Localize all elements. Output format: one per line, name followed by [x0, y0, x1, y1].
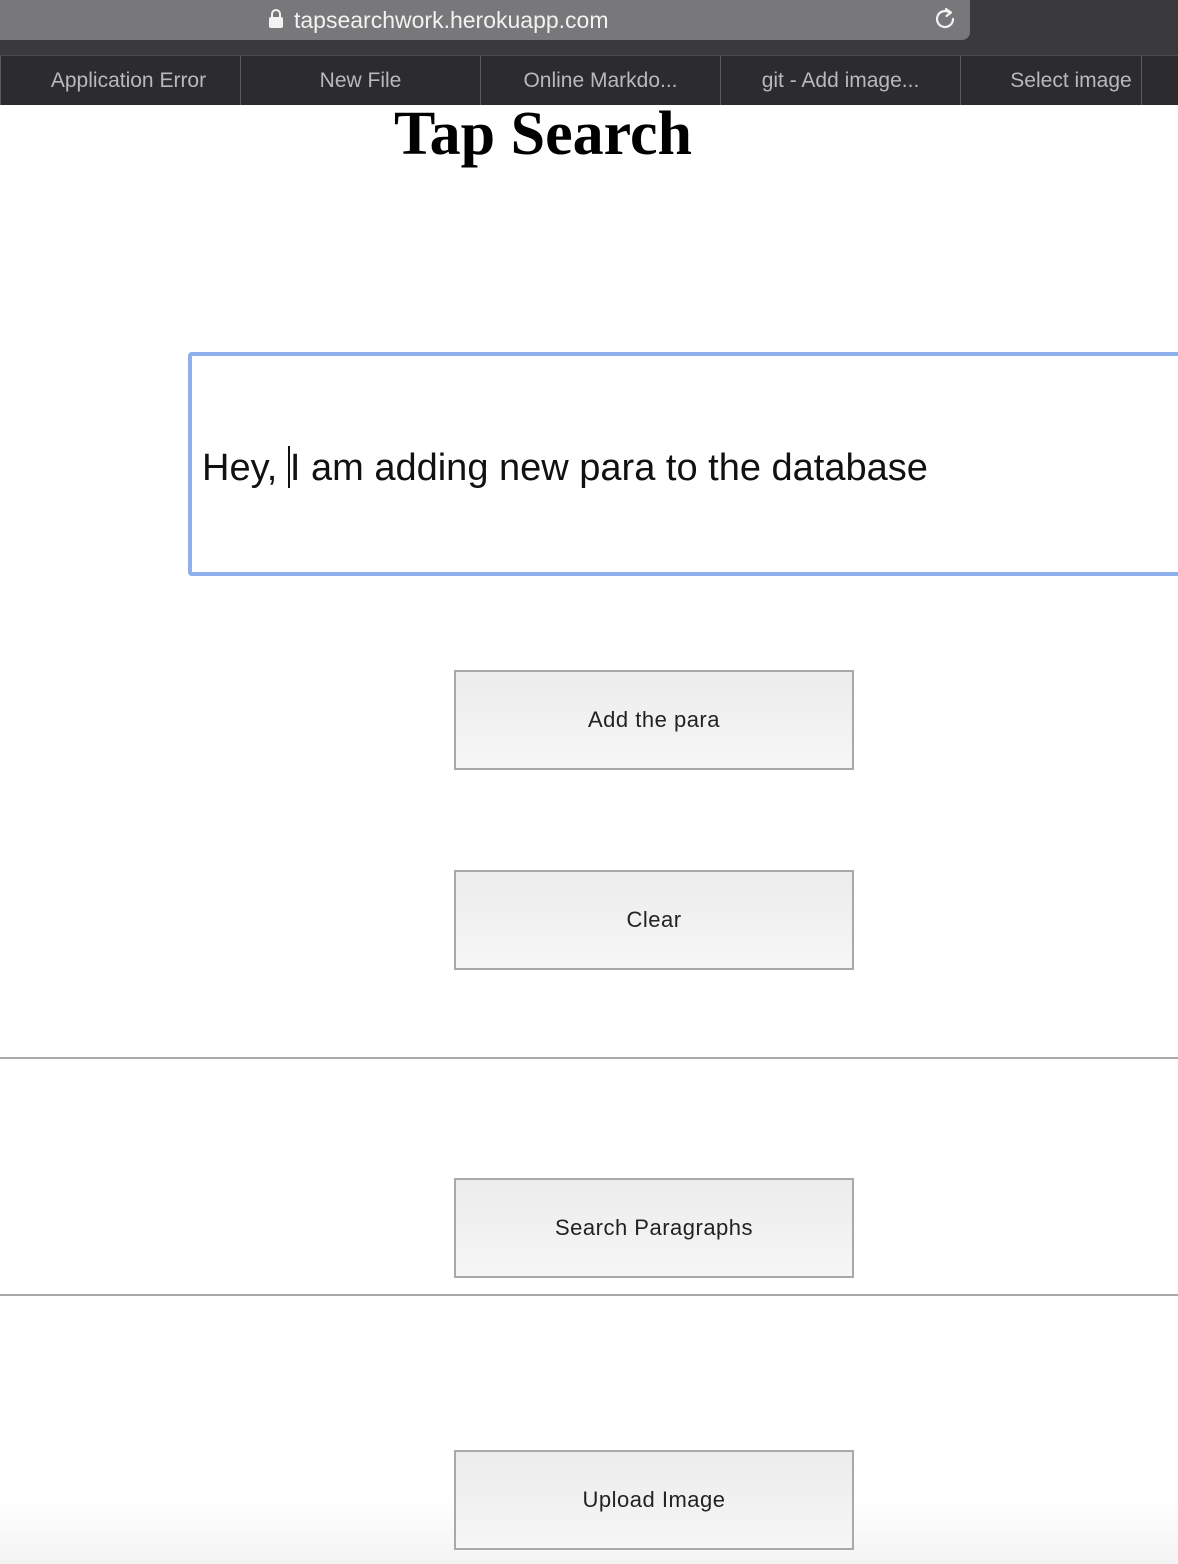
clear-button[interactable]: Clear	[454, 870, 854, 970]
paragraph-input-value[interactable]: Hey, I am adding new para to the databas…	[202, 444, 928, 492]
section-divider-top	[0, 1057, 1178, 1059]
reload-icon[interactable]	[931, 5, 959, 33]
address-bar[interactable]: tapsearchwork.herokuapp.com	[0, 0, 970, 40]
upload-image-button[interactable]: Upload Image	[454, 1450, 854, 1550]
section-divider-bottom	[0, 1294, 1178, 1296]
lock-icon	[269, 9, 283, 28]
search-paragraphs-button[interactable]: Search Paragraphs	[454, 1178, 854, 1278]
browser-chrome: tapsearchwork.herokuapp.com Application …	[0, 0, 1178, 105]
page-title: Tap Search	[394, 100, 693, 168]
tab-git-add-image[interactable]: git - Add image...	[720, 56, 960, 105]
paragraph-input[interactable]: Hey, I am adding new para to the databas…	[188, 352, 1178, 576]
tab-application-error[interactable]: Application Error	[0, 56, 240, 105]
paragraph-input-text-before-caret: Hey,	[202, 447, 288, 489]
add-para-button[interactable]: Add the para	[454, 670, 854, 770]
tab-select-image[interactable]: Select image	[960, 56, 1142, 105]
url-text[interactable]: tapsearchwork.herokuapp.com	[294, 4, 609, 36]
paragraph-input-text-after-caret: I am adding new para to the database	[289, 447, 928, 489]
